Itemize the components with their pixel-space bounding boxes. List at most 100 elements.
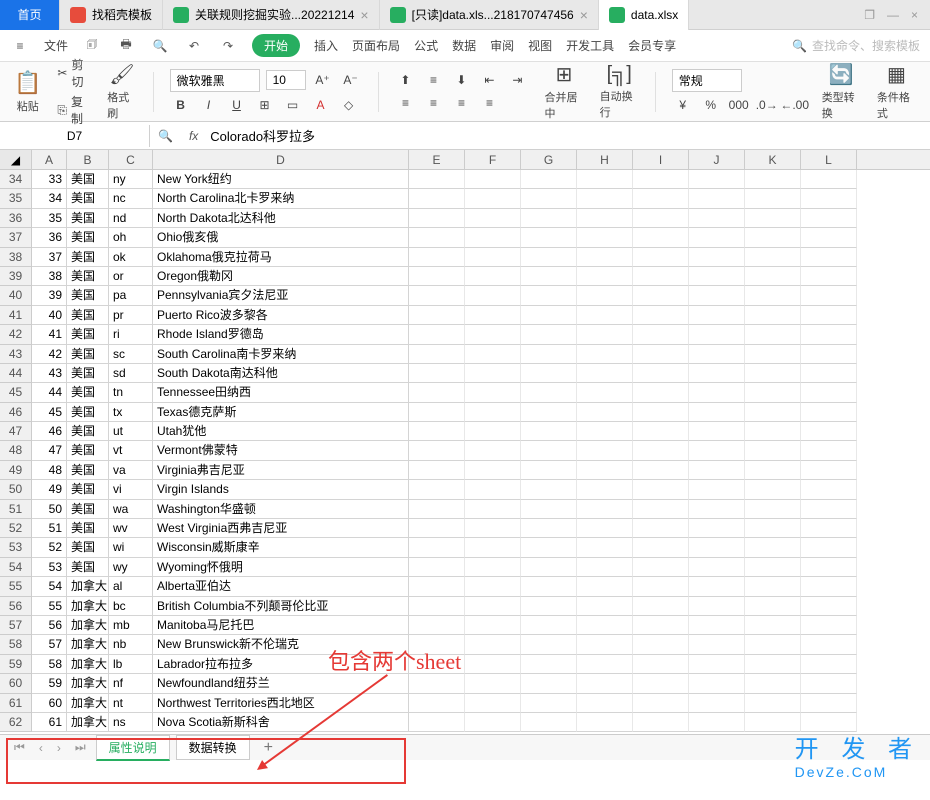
cell[interactable] [577,597,633,616]
cell[interactable] [577,655,633,674]
cell[interactable] [577,170,633,189]
cell[interactable] [577,441,633,460]
cell[interactable]: oh [109,228,153,247]
cell[interactable] [689,577,745,596]
comma-icon[interactable]: 000 [728,95,750,115]
col-header-I[interactable]: I [633,150,689,169]
cell[interactable] [409,500,465,519]
cell[interactable] [577,519,633,538]
cell[interactable]: wi [109,538,153,557]
cell[interactable]: 美国 [67,441,109,460]
cell[interactable] [409,364,465,383]
cell[interactable] [409,248,465,267]
cell[interactable] [689,383,745,402]
cell[interactable] [633,306,689,325]
cell[interactable]: 美国 [67,209,109,228]
number-format-select[interactable]: 常规 [672,69,742,92]
cell[interactable]: 美国 [67,267,109,286]
cell[interactable] [801,461,857,480]
cell[interactable]: 加拿大 [67,713,109,732]
sheet-next-icon[interactable]: › [53,741,65,755]
cell[interactable] [633,461,689,480]
cell[interactable] [409,558,465,577]
cell[interactable] [801,306,857,325]
cell[interactable] [577,345,633,364]
cell[interactable] [577,500,633,519]
cell[interactable]: tx [109,403,153,422]
cell[interactable] [689,538,745,557]
cell[interactable] [745,635,801,654]
cell[interactable] [801,519,857,538]
menu-member[interactable]: 会员专享 [628,37,676,54]
cell[interactable] [745,364,801,383]
cell[interactable]: Puerto Rico波多黎各 [153,306,409,325]
sheet-prev-icon[interactable]: ‹ [35,741,47,755]
cell[interactable] [465,267,521,286]
command-search[interactable]: 🔍 查找命令、搜索模板 [792,37,920,54]
cell[interactable]: 41 [32,325,67,344]
cell[interactable] [633,558,689,577]
cell[interactable] [689,655,745,674]
cell[interactable]: 美国 [67,170,109,189]
cell[interactable] [801,694,857,713]
align-top-icon[interactable]: ⬆ [394,70,416,90]
cell[interactable] [521,597,577,616]
cell[interactable]: 47 [32,441,67,460]
cell[interactable] [577,616,633,635]
cell[interactable] [689,403,745,422]
cell[interactable] [577,558,633,577]
row-header[interactable]: 36 [0,209,32,228]
cell[interactable] [521,635,577,654]
fx-icon[interactable]: fx [181,129,206,143]
cell[interactable] [745,500,801,519]
cell[interactable] [689,500,745,519]
cell[interactable] [409,616,465,635]
cell[interactable]: 43 [32,364,67,383]
cell[interactable]: 加拿大 [67,655,109,674]
cell[interactable]: 37 [32,248,67,267]
cell[interactable] [577,248,633,267]
cell[interactable] [521,655,577,674]
cell[interactable] [521,519,577,538]
cell[interactable] [633,674,689,693]
indent-decrease-icon[interactable]: ⇤ [478,70,500,90]
cell[interactable]: 57 [32,635,67,654]
cell[interactable] [577,286,633,305]
cell[interactable]: 35 [32,209,67,228]
menu-review[interactable]: 审阅 [490,37,514,54]
font-color-button[interactable]: A [310,95,332,115]
cell[interactable]: Oklahoma俄克拉荷马 [153,248,409,267]
cell[interactable]: 46 [32,422,67,441]
cell[interactable] [521,189,577,208]
cell[interactable]: 42 [32,345,67,364]
fill-color-button[interactable]: ▭ [282,95,304,115]
decrease-decimal-icon[interactable]: .0→ [756,95,778,115]
cell[interactable] [521,306,577,325]
cell[interactable] [745,441,801,460]
cell[interactable]: wa [109,500,153,519]
bold-button[interactable]: B [170,95,192,115]
cell[interactable] [745,306,801,325]
cell[interactable] [689,170,745,189]
cell[interactable] [577,383,633,402]
cell[interactable]: nb [109,635,153,654]
cell[interactable]: al [109,577,153,596]
hamburger-icon[interactable]: ≡ [10,36,30,56]
cell[interactable] [801,655,857,674]
row-header[interactable]: 37 [0,228,32,247]
row-header[interactable]: 53 [0,538,32,557]
cell[interactable]: sd [109,364,153,383]
row-header[interactable]: 61 [0,694,32,713]
row-header[interactable]: 55 [0,577,32,596]
print-icon[interactable]: 🖶 [116,36,136,56]
cell[interactable]: Oregon俄勒冈 [153,267,409,286]
cell[interactable] [801,674,857,693]
cell[interactable] [465,422,521,441]
cell[interactable] [409,286,465,305]
cell[interactable]: bc [109,597,153,616]
cell[interactable] [577,674,633,693]
row-header[interactable]: 38 [0,248,32,267]
row-header[interactable]: 52 [0,519,32,538]
row-header[interactable]: 43 [0,345,32,364]
font-size-select[interactable]: 10 [266,70,306,90]
